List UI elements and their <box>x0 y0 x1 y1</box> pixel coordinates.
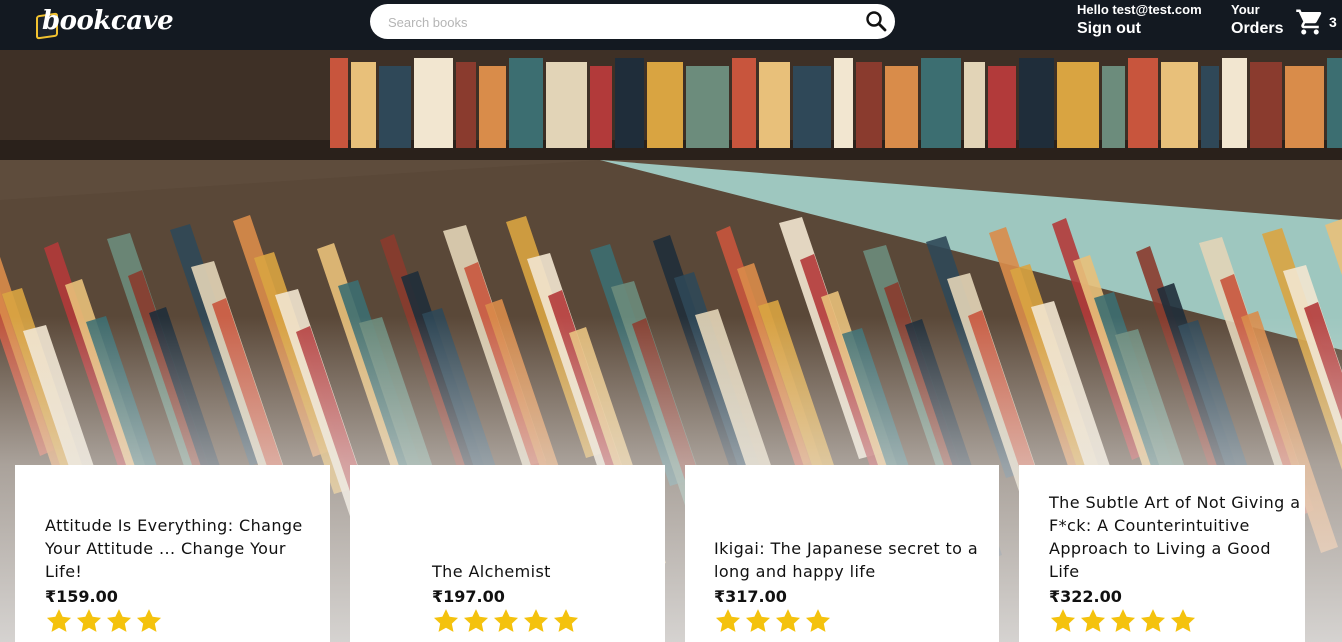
product-title[interactable]: The Subtle Art of Not Giving a F*ck: A C… <box>1049 491 1305 583</box>
star-icon <box>1139 607 1169 635</box>
star-icon <box>714 607 744 635</box>
star-icon <box>135 607 165 635</box>
product-price: ₹317.00 <box>714 587 787 606</box>
star-icon <box>1109 607 1139 635</box>
search-icon[interactable] <box>865 10 887 32</box>
orders-link[interactable]: Your Orders <box>1231 3 1283 37</box>
star-icon <box>105 607 135 635</box>
product-card[interactable]: The Subtle Art of Not Giving a F*ck: A C… <box>1019 465 1305 642</box>
star-icon <box>744 607 774 635</box>
product-price: ₹322.00 <box>1049 587 1122 606</box>
star-icon <box>432 607 462 635</box>
orders-label-bottom: Orders <box>1231 20 1284 37</box>
product-info: The Alchemist ₹197.00 <box>432 560 642 632</box>
orders-label-top: Your <box>1231 2 1260 17</box>
cart-icon <box>1296 9 1322 35</box>
product-card[interactable]: Attitude Is Everything: Change Your Atti… <box>15 465 330 642</box>
star-icon <box>1049 607 1079 635</box>
star-icon <box>1169 607 1199 635</box>
product-card[interactable]: Ikigai: The Japanese secret to a long an… <box>685 465 999 642</box>
star-icon <box>462 607 492 635</box>
search-input[interactable] <box>388 12 848 32</box>
star-rating <box>45 607 165 639</box>
bookcave-logo[interactable]: bookcave <box>36 2 174 42</box>
product-title[interactable]: Attitude Is Everything: Change Your Atti… <box>45 514 305 583</box>
search-bar <box>370 4 895 39</box>
star-icon <box>1079 607 1109 635</box>
product-title[interactable]: Ikigai: The Japanese secret to a long an… <box>714 537 984 583</box>
product-info: The Subtle Art of Not Giving a F*ck: A C… <box>1049 491 1305 632</box>
star-rating <box>714 607 834 639</box>
star-icon <box>75 607 105 635</box>
star-icon <box>522 607 552 635</box>
star-rating <box>432 607 582 639</box>
logo-text: bookcave <box>42 6 174 36</box>
product-price: ₹197.00 <box>432 587 505 606</box>
star-icon <box>552 607 582 635</box>
account-menu[interactable]: Hello test@test.com Sign out <box>1077 3 1202 37</box>
product-info: Attitude Is Everything: Change Your Atti… <box>45 514 305 632</box>
product-card[interactable]: The Alchemist ₹197.00 <box>350 465 665 642</box>
star-rating <box>1049 607 1199 639</box>
cart-count: 3 <box>1329 14 1337 30</box>
star-icon <box>45 607 75 635</box>
star-icon <box>804 607 834 635</box>
product-info: Ikigai: The Japanese secret to a long an… <box>714 537 984 632</box>
product-title[interactable]: The Alchemist <box>432 560 642 583</box>
cart-button[interactable]: 3 <box>1295 7 1341 37</box>
sign-out-link[interactable]: Sign out <box>1077 21 1202 37</box>
star-icon <box>492 607 522 635</box>
greeting-text: Hello test@test.com <box>1077 2 1202 17</box>
star-icon <box>774 607 804 635</box>
top-navbar: bookcave Hello test@test.com Sign out Yo… <box>0 0 1342 50</box>
product-price: ₹159.00 <box>45 587 118 606</box>
